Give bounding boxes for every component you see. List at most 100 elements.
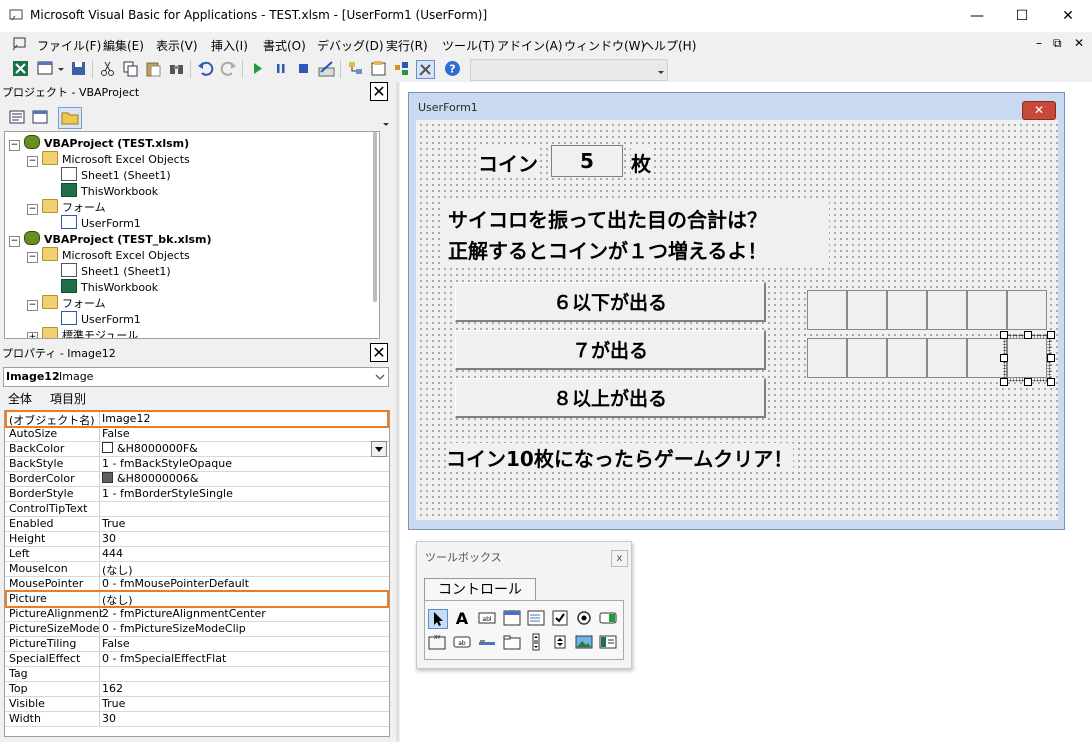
property-value[interactable]: 2 - fmPictureAlignmentCenter xyxy=(101,607,266,620)
resize-handle[interactable] xyxy=(1000,331,1008,339)
resize-handle[interactable] xyxy=(1047,354,1055,362)
collapse-icon[interactable]: − xyxy=(9,236,20,247)
coin-unit-label[interactable]: 枚 xyxy=(631,148,651,177)
pointer-icon[interactable] xyxy=(428,609,448,629)
paste-icon[interactable] xyxy=(145,60,162,77)
tree-item[interactable]: − Microsoft Excel Objects xyxy=(27,247,190,263)
redo-icon[interactable] xyxy=(220,60,237,77)
resize-handle[interactable] xyxy=(1000,354,1008,362)
properties-pane-close-button[interactable]: ✕ xyxy=(370,343,388,362)
menu-tools[interactable]: ツール(T) xyxy=(442,37,495,54)
property-row[interactable]: BorderColor &H80000006& xyxy=(5,471,389,487)
property-row[interactable]: BorderStyle 1 - fmBorderStyleSingle xyxy=(5,486,389,502)
vba-menu-icon[interactable] xyxy=(11,36,27,52)
dice-image[interactable] xyxy=(807,290,847,330)
scrollbar-icon[interactable] xyxy=(527,633,545,651)
property-row[interactable]: Visible True xyxy=(5,696,389,712)
dice-image[interactable] xyxy=(807,338,847,378)
object-selector-combo[interactable]: Image12 Image xyxy=(3,367,389,387)
toolbox-icon[interactable] xyxy=(416,60,435,79)
tree-item[interactable]: − VBAProject (TEST_bk.xlsm) xyxy=(9,231,212,247)
commandbutton-icon[interactable]: ab xyxy=(453,633,471,651)
coin-label[interactable]: コイン xyxy=(478,148,538,177)
resize-handle[interactable] xyxy=(1024,331,1032,339)
menu-format[interactable]: 書式(O) xyxy=(263,37,306,54)
menu-file[interactable]: ファイル(F) xyxy=(37,37,101,54)
property-row[interactable]: PictureTiling False xyxy=(5,636,389,652)
property-value[interactable]: 1 - fmBackStyleOpaque xyxy=(101,457,232,470)
coin-count-box[interactable]: 5 xyxy=(551,145,623,177)
design-mode-icon[interactable] xyxy=(318,60,335,77)
toggle-folders-icon[interactable] xyxy=(58,107,82,129)
dice-image[interactable] xyxy=(927,338,967,378)
eight-or-more-button[interactable]: ８以上が出る xyxy=(455,378,766,418)
menu-help[interactable]: ヘルプ(H) xyxy=(642,37,696,54)
pane-splitter[interactable] xyxy=(396,82,399,742)
property-value[interactable]: False xyxy=(101,427,130,440)
position-combo[interactable] xyxy=(470,59,668,81)
selected-image[interactable] xyxy=(1007,338,1047,378)
object-browser-icon[interactable] xyxy=(393,60,410,77)
toolbox-close-button[interactable]: x xyxy=(611,550,628,567)
seven-button[interactable]: ７が出る xyxy=(455,330,766,370)
property-value[interactable]: 162 xyxy=(101,682,123,695)
resize-handle[interactable] xyxy=(1024,378,1032,386)
save-icon[interactable] xyxy=(70,60,87,77)
tree-item[interactable]: UserForm1 xyxy=(61,311,141,327)
tab-all[interactable]: 全体 xyxy=(8,390,32,407)
dice-image[interactable] xyxy=(847,338,887,378)
menu-run[interactable]: 実行(R) xyxy=(386,37,428,54)
tree-item[interactable]: ThisWorkbook xyxy=(61,279,158,295)
project-tree[interactable]: − VBAProject (TEST.xlsm) − Microsoft Excel … xyxy=(4,131,380,339)
property-value[interactable]: 30 xyxy=(101,712,116,725)
property-value[interactable]: 0 - fmSpecialEffectFlat xyxy=(101,652,226,665)
checkbox-icon[interactable] xyxy=(551,609,569,627)
dice-image[interactable] xyxy=(887,290,927,330)
spinbutton-icon[interactable] xyxy=(551,633,569,651)
property-value[interactable]: False xyxy=(101,637,130,650)
dice-image[interactable] xyxy=(887,338,927,378)
tree-item[interactable]: Sheet1 (Sheet1) xyxy=(61,263,171,279)
menu-insert[interactable]: 挿入(I) xyxy=(211,37,248,54)
property-row[interactable]: MouseIcon (なし) xyxy=(5,561,389,577)
properties-window-icon[interactable] xyxy=(370,60,387,77)
project-pane-close-button[interactable]: ✕ xyxy=(370,82,388,101)
dice-image[interactable] xyxy=(847,290,887,330)
property-value[interactable]: 1 - fmBorderStyleSingle xyxy=(101,487,233,500)
mdi-minimize-button[interactable]: – xyxy=(1036,36,1042,50)
tree-item[interactable]: − フォーム xyxy=(27,295,106,311)
tree-item[interactable]: − フォーム xyxy=(27,199,106,215)
value-dropdown-button[interactable] xyxy=(371,441,387,457)
resize-handle[interactable] xyxy=(1047,378,1055,386)
collapse-icon[interactable]: − xyxy=(27,156,38,167)
help-icon[interactable]: ? xyxy=(444,60,461,77)
expand-icon[interactable]: + xyxy=(27,332,38,338)
collapse-icon[interactable]: − xyxy=(27,300,38,311)
break-icon[interactable] xyxy=(272,60,289,77)
property-value[interactable]: 0 - fmMousePointerDefault xyxy=(101,577,249,590)
minimize-button[interactable]: — xyxy=(954,0,1000,32)
property-row[interactable]: PictureSizeMode 0 - fmPictureSizeModeClip xyxy=(5,621,389,637)
dice-image[interactable] xyxy=(1007,290,1047,330)
view-excel-icon[interactable] xyxy=(12,60,29,77)
property-row[interactable]: BackStyle 1 - fmBackStyleOpaque xyxy=(5,456,389,472)
run-icon[interactable] xyxy=(249,60,266,77)
property-row[interactable]: Height 30 xyxy=(5,531,389,547)
menu-debug[interactable]: デバッグ(D) xyxy=(317,37,384,54)
mdi-restore-button[interactable]: ⧉ xyxy=(1053,36,1062,51)
togglebutton-icon[interactable] xyxy=(599,609,617,627)
textbox-icon[interactable]: abl xyxy=(478,609,496,627)
view-code-icon[interactable] xyxy=(9,110,25,124)
tree-item[interactable]: − Microsoft Excel Objects xyxy=(27,151,190,167)
tree-item[interactable]: Sheet1 (Sheet1) xyxy=(61,167,171,183)
property-row[interactable]: Tag xyxy=(5,666,389,682)
listbox-icon[interactable] xyxy=(527,609,545,627)
property-row[interactable]: Enabled True xyxy=(5,516,389,532)
maximize-button[interactable]: ☐ xyxy=(999,0,1045,32)
tree-item[interactable]: UserForm1 xyxy=(61,215,141,231)
tabstrip-icon[interactable] xyxy=(478,633,496,651)
game-clear-label[interactable]: コイン10枚になったらゲームクリア！ xyxy=(446,443,794,472)
collapse-icon[interactable]: − xyxy=(27,204,38,215)
question-label[interactable]: サイコロを振って出た目の合計は？ 正解するとコインが１つ増えるよ！ xyxy=(444,200,829,265)
property-row[interactable]: Left 444 xyxy=(5,546,389,562)
